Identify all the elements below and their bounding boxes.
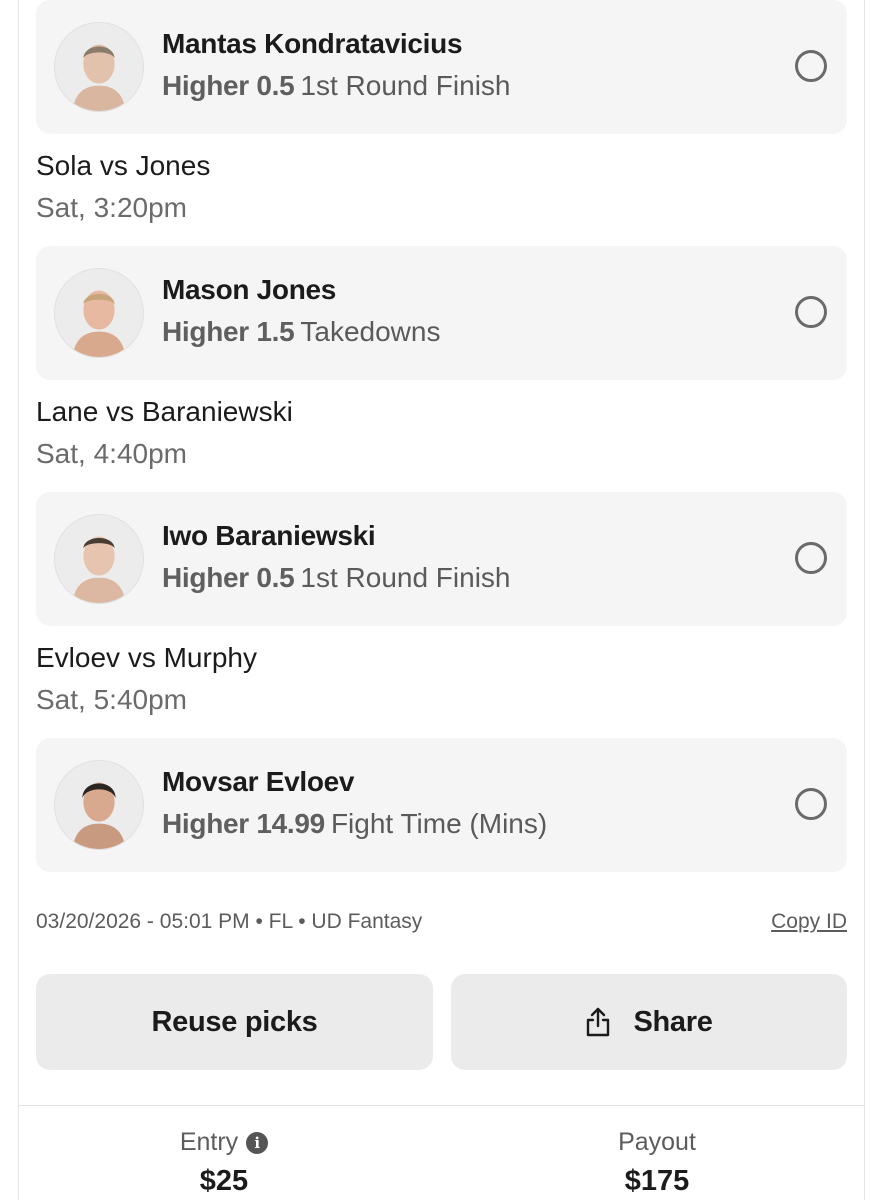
copy-id-link[interactable]: Copy ID — [771, 910, 847, 934]
entry-summary: Entry i $25 — [74, 1128, 374, 1198]
player-name: Iwo Baraniewski — [162, 520, 376, 551]
pick-stat: Takedowns — [300, 316, 441, 347]
avatar — [54, 22, 144, 112]
fighter-portrait-icon — [55, 269, 143, 357]
avatar — [54, 268, 144, 358]
share-button[interactable]: Share — [451, 974, 847, 1070]
entry-amount: $25 — [199, 1165, 249, 1197]
reuse-picks-label: Reuse picks — [151, 1005, 318, 1038]
matchup-title: Evloev vs Murphy — [36, 642, 257, 673]
footer-divider — [18, 1105, 865, 1106]
matchup-time: Sat, 5:40pm — [36, 684, 187, 715]
fighter-portrait-icon — [55, 515, 143, 603]
pick-direction: Higher 0.5 — [162, 562, 295, 593]
pick-radio[interactable] — [795, 50, 827, 82]
fighter-portrait-icon — [55, 23, 143, 111]
pick-card[interactable]: Movsar Evloev Higher 14.99 Fight Time (Mi… — [36, 738, 847, 872]
fighter-portrait-icon — [55, 761, 143, 849]
matchup-title: Lane vs Baraniewski — [36, 396, 293, 427]
matchup-time: Sat, 3:20pm — [36, 192, 187, 223]
share-label: Share — [633, 1005, 713, 1038]
pick-direction: Higher 1.5 — [162, 316, 295, 347]
pick-line: Higher 0.5 1st Round Finish — [162, 562, 511, 594]
pick-stat: 1st Round Finish — [300, 70, 511, 101]
pick-radio[interactable] — [795, 788, 827, 820]
pick-stat: Fight Time (Mins) — [330, 808, 548, 839]
pick-line: Higher 14.99 Fight Time (Mins) — [162, 808, 547, 840]
entry-label: Entry — [179, 1128, 239, 1156]
pick-direction: Higher 14.99 — [162, 808, 325, 839]
pick-card[interactable]: Mantas Kondratavicius Higher 0.5 1st Roun… — [36, 0, 847, 134]
avatar — [54, 514, 144, 604]
info-icon[interactable]: i — [246, 1131, 269, 1154]
player-name: Mason Jones — [162, 274, 337, 305]
pick-direction: Higher 0.5 — [162, 70, 295, 101]
matchup-title: Sola vs Jones — [36, 150, 211, 181]
pick-radio[interactable] — [795, 542, 827, 574]
entry-label-row: Entry i — [74, 1128, 374, 1157]
matchup-time: Sat, 4:40pm — [36, 438, 187, 469]
share-icon — [585, 1007, 611, 1037]
pick-line: Higher 0.5 1st Round Finish — [162, 70, 511, 102]
pick-stat: 1st Round Finish — [300, 562, 511, 593]
payout-amount: $175 — [624, 1165, 690, 1197]
entry-meta: 03/20/2026 - 05:01 PM • FL • UD Fantasy — [36, 910, 423, 933]
player-name: Movsar Evloev — [162, 766, 355, 797]
pick-radio[interactable] — [795, 296, 827, 328]
payout-label: Payout — [618, 1128, 696, 1156]
reuse-picks-button[interactable]: Reuse picks — [36, 974, 433, 1070]
pick-line: Higher 1.5 Takedowns — [162, 316, 440, 348]
player-name: Mantas Kondratavicius — [162, 28, 463, 59]
pick-card[interactable]: Mason Jones Higher 1.5 Takedowns — [36, 246, 847, 380]
avatar — [54, 760, 144, 850]
pick-card[interactable]: Iwo Baraniewski Higher 0.5 1st Round Fini… — [36, 492, 847, 626]
payout-summary: Payout $175 — [507, 1128, 807, 1198]
